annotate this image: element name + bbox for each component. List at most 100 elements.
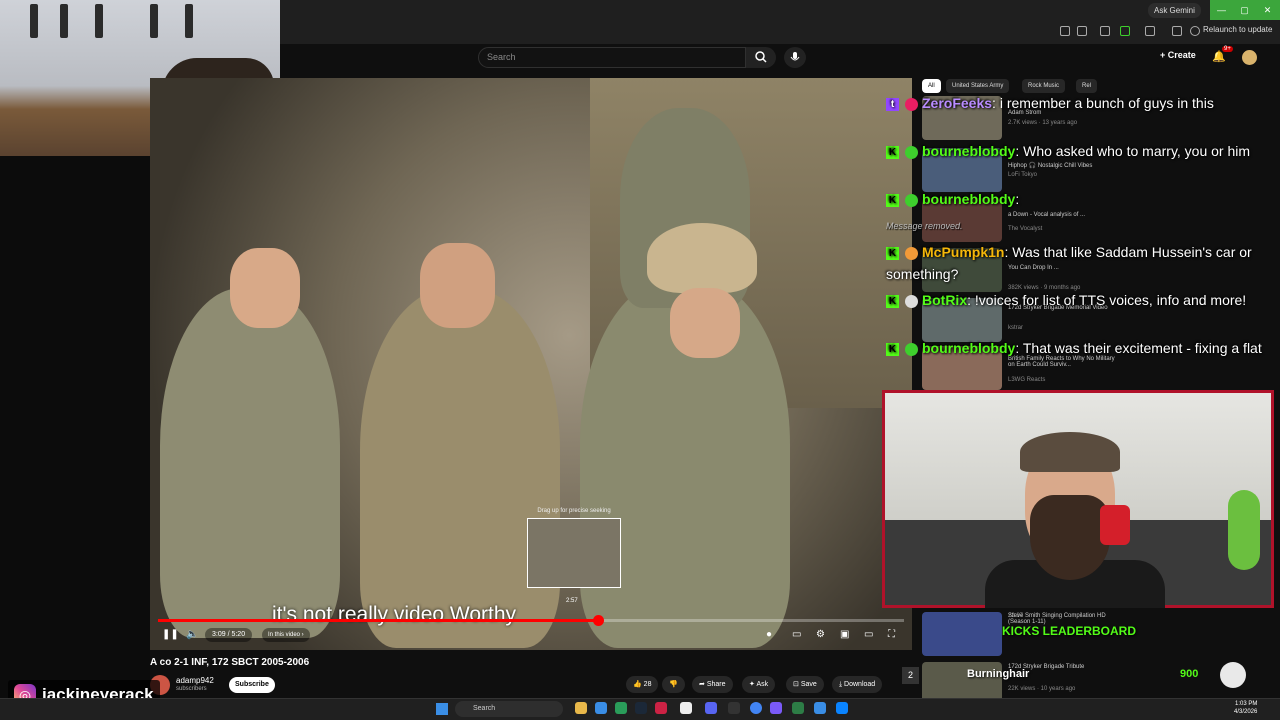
create-button[interactable]: + Create (1160, 50, 1196, 60)
windows-start-icon[interactable] (436, 703, 448, 715)
face-center (420, 243, 495, 328)
chat-message: Kbourneblobdy: (886, 188, 1271, 210)
chat-text: i remember a bunch of guys in this (999, 95, 1214, 111)
ask-button[interactable]: ✦ Ask (742, 676, 776, 693)
voice-search-button[interactable] (784, 47, 806, 68)
extension-green-icon[interactable] (1120, 26, 1130, 36)
chat-username: bourneblobdy (922, 143, 1016, 159)
chip-related[interactable]: Rel (1076, 79, 1098, 93)
dislike-button[interactable]: 👎 (662, 676, 685, 693)
extension-icon[interactable] (1100, 26, 1110, 36)
fullscreen-icon[interactable]: ⛶ (888, 629, 895, 640)
chip-all[interactable]: All (922, 79, 941, 93)
message-removed-notice: Message removed. (886, 221, 963, 231)
search-icon (755, 51, 767, 63)
share-button[interactable]: ➦ Share (692, 676, 733, 693)
app-icon[interactable] (814, 702, 826, 714)
app-icon[interactable] (836, 702, 848, 714)
seek-preview-thumbnail (527, 518, 621, 588)
bot-badge-icon (905, 294, 918, 308)
chip-rock[interactable]: Rock Music (1022, 79, 1066, 93)
chapter-button[interactable]: In this video › (262, 628, 310, 642)
subtitles-icon[interactable]: ▭ (792, 629, 801, 640)
kick-icon: K (886, 294, 899, 308)
obs-icon[interactable] (728, 702, 740, 714)
helmet (647, 223, 757, 293)
search-button[interactable] (746, 47, 776, 68)
thumbs-down-icon: 👎 (669, 681, 678, 688)
bookmark-star-icon[interactable] (1077, 26, 1087, 36)
file-explorer-icon[interactable] (575, 702, 587, 714)
steam-icon[interactable] (635, 702, 647, 714)
miniplayer-icon[interactable]: ▣ (840, 629, 849, 640)
like-button[interactable]: 👍 28 (626, 676, 659, 693)
search-input[interactable]: Search (478, 47, 746, 68)
volume-icon[interactable]: 🔈 (186, 629, 198, 640)
caption-text: it's not really video Worthy (272, 603, 517, 626)
extension-icon-2[interactable] (1145, 26, 1155, 36)
download-label: Download (844, 681, 876, 688)
save-label: Save (800, 681, 817, 688)
related-meta: LoFi Tokyo (1008, 172, 1037, 178)
autoplay-icon[interactable]: ● (766, 629, 772, 640)
app-icon[interactable] (770, 702, 782, 714)
taskbar-search[interactable]: Search (455, 701, 563, 717)
settings-gear-icon[interactable]: ⚙ (816, 629, 825, 640)
related-thumbnail[interactable] (922, 612, 1002, 656)
channel-name[interactable]: adamp942 (176, 676, 214, 685)
heart-badge-icon (905, 193, 918, 207)
leaderboard-avatar (1220, 662, 1246, 688)
preview-timestamp: 2:57 (566, 598, 578, 604)
kick-icon: K (886, 342, 899, 356)
subscribe-button[interactable]: Subscribe (229, 677, 275, 693)
chat-message: Kbourneblobdy: Who asked who to marry, y… (886, 140, 1271, 162)
app-icon[interactable] (680, 702, 692, 714)
bookmark-icon: ⊡ (793, 681, 801, 688)
time-display: 3:09 / 5:20 (205, 628, 253, 642)
download-button[interactable]: ⤓ Download (832, 676, 883, 693)
like-count: 28 (643, 681, 652, 688)
related-title: a Down - Vocal analysis of ... (1008, 212, 1086, 218)
background-strip (0, 156, 150, 720)
relaunch-button[interactable]: Relaunch to update (1203, 25, 1272, 34)
microphone (1100, 505, 1130, 545)
face-left (230, 248, 300, 328)
related-meta: 2.7K views · 13 years ago (1008, 120, 1078, 126)
extension-icon-3[interactable] (1172, 26, 1182, 36)
edge-icon[interactable] (595, 702, 607, 714)
chat-text: Who asked who to marry, you or him (1023, 143, 1251, 159)
kick-icon: K (886, 246, 899, 260)
clock-date: 4/3/2026 (1234, 709, 1258, 715)
theater-mode-icon[interactable]: ▭ (864, 629, 873, 640)
video-title: A co 2-1 INF, 172 SBCT 2005-2006 (150, 657, 310, 668)
share-icon: ➦ (699, 681, 707, 688)
app-icon[interactable] (615, 702, 627, 714)
pause-icon[interactable]: ❚❚ (162, 629, 179, 640)
seek-hint: Drag up for precise seeking (537, 508, 611, 514)
app-icon[interactable] (655, 702, 667, 714)
discord-icon[interactable] (705, 702, 717, 714)
cast-icon[interactable] (1060, 26, 1070, 36)
system-clock[interactable]: 1:03 PM 4/3/2026 (1234, 700, 1257, 716)
profile-icon[interactable] (1190, 26, 1200, 36)
twitch-icon: t (886, 97, 899, 111)
avatar[interactable] (1242, 50, 1257, 65)
face-right (670, 288, 740, 358)
heart-badge-icon (905, 145, 918, 159)
soldier-left (160, 288, 340, 638)
related-meta: kstrar (1008, 325, 1023, 331)
chrome-icon[interactable] (750, 702, 762, 714)
minimize-button[interactable]: — (1210, 0, 1233, 20)
chip-army[interactable]: United States Army (946, 79, 1010, 93)
chat-text: That was their excitement - fixing a fla… (1022, 340, 1262, 356)
ask-label: Ask (756, 681, 769, 688)
soldier-center (360, 288, 560, 648)
ask-gemini-button[interactable]: Ask Gemini (1148, 3, 1201, 18)
share-label: Share (706, 681, 726, 688)
app-icon[interactable] (792, 702, 804, 714)
save-button[interactable]: ⊡ Save (786, 676, 824, 693)
close-button[interactable]: ✕ (1256, 0, 1279, 20)
heart-badge-icon (905, 342, 918, 356)
microphone-icon (790, 52, 800, 61)
maximize-button[interactable]: ▢ (1233, 0, 1256, 20)
